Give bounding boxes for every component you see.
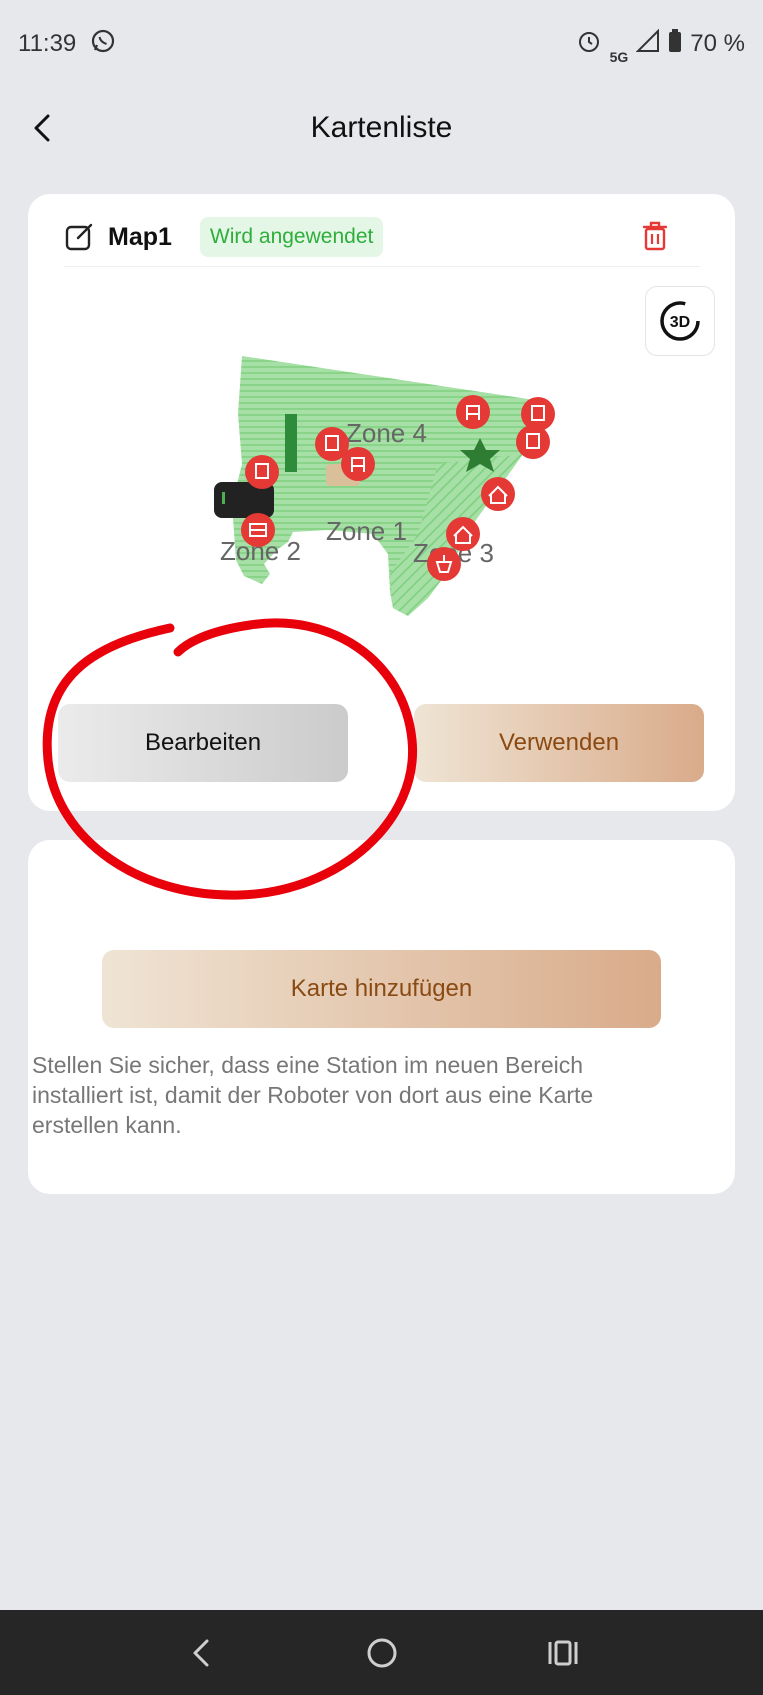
status-badge: Wird angewendet [199,217,384,257]
add-map-note: Stellen Sie sicher, dass eine Station im… [32,1052,594,1138]
zone-label: Zone 1 [326,516,407,546]
edit-map-button[interactable]: Bearbeiten [58,704,348,782]
page-header: Kartenliste [0,90,763,166]
3d-view-button[interactable]: 3D [645,286,715,356]
system-nav-bar [0,1610,763,1695]
battery-level: 70 % [690,30,745,57]
status-bar: 11:39 5G 70 % [0,0,763,88]
plant-marker-icon[interactable] [427,547,461,581]
back-button[interactable] [22,108,62,148]
map-name: Map1 [108,222,172,251]
map-marker-icon[interactable] [245,455,279,489]
add-map-button[interactable]: Karte hinzufügen [102,950,661,1028]
home-marker-icon[interactable] [446,517,480,551]
whatsapp-icon [90,28,116,61]
back-arrow-icon [34,114,50,142]
card-divider [64,266,700,267]
nav-home-icon[interactable] [362,1633,402,1673]
nav-recents-icon[interactable] [543,1633,583,1673]
3d-view-icon: 3D [660,301,700,341]
zone-label: Zone 4 [346,418,427,448]
trash-icon[interactable] [640,220,670,252]
nav-back-icon[interactable] [181,1633,221,1673]
map-marker-icon[interactable] [241,513,275,547]
signal-icon [635,28,660,60]
use-map-button[interactable]: Verwenden [414,704,704,782]
network-label: 5G [609,49,629,65]
svg-text:3D: 3D [670,314,690,331]
alarm-icon [576,28,602,61]
map-obstacle [285,414,297,472]
map-marker-icon[interactable] [516,425,550,459]
map-card-header: Map1 Wird angewendet [64,212,700,262]
add-map-card: Karte hinzufügen Stellen Sie sicher, das… [28,840,735,1194]
home-marker-icon[interactable] [481,477,515,511]
battery-icon [668,28,682,60]
chair-marker-icon[interactable] [456,395,490,429]
page-title: Kartenliste [310,111,453,144]
chair-marker-icon[interactable] [341,447,375,481]
status-time: 11:39 [18,30,77,57]
map-preview[interactable]: Zone 4 Zone 1 Zone 2 Zone 3 [178,354,598,654]
map-card: Map1 Wird angewendet 3D Zone 4 Zone 1 Zo… [28,194,735,811]
edit-icon[interactable] [64,222,94,252]
